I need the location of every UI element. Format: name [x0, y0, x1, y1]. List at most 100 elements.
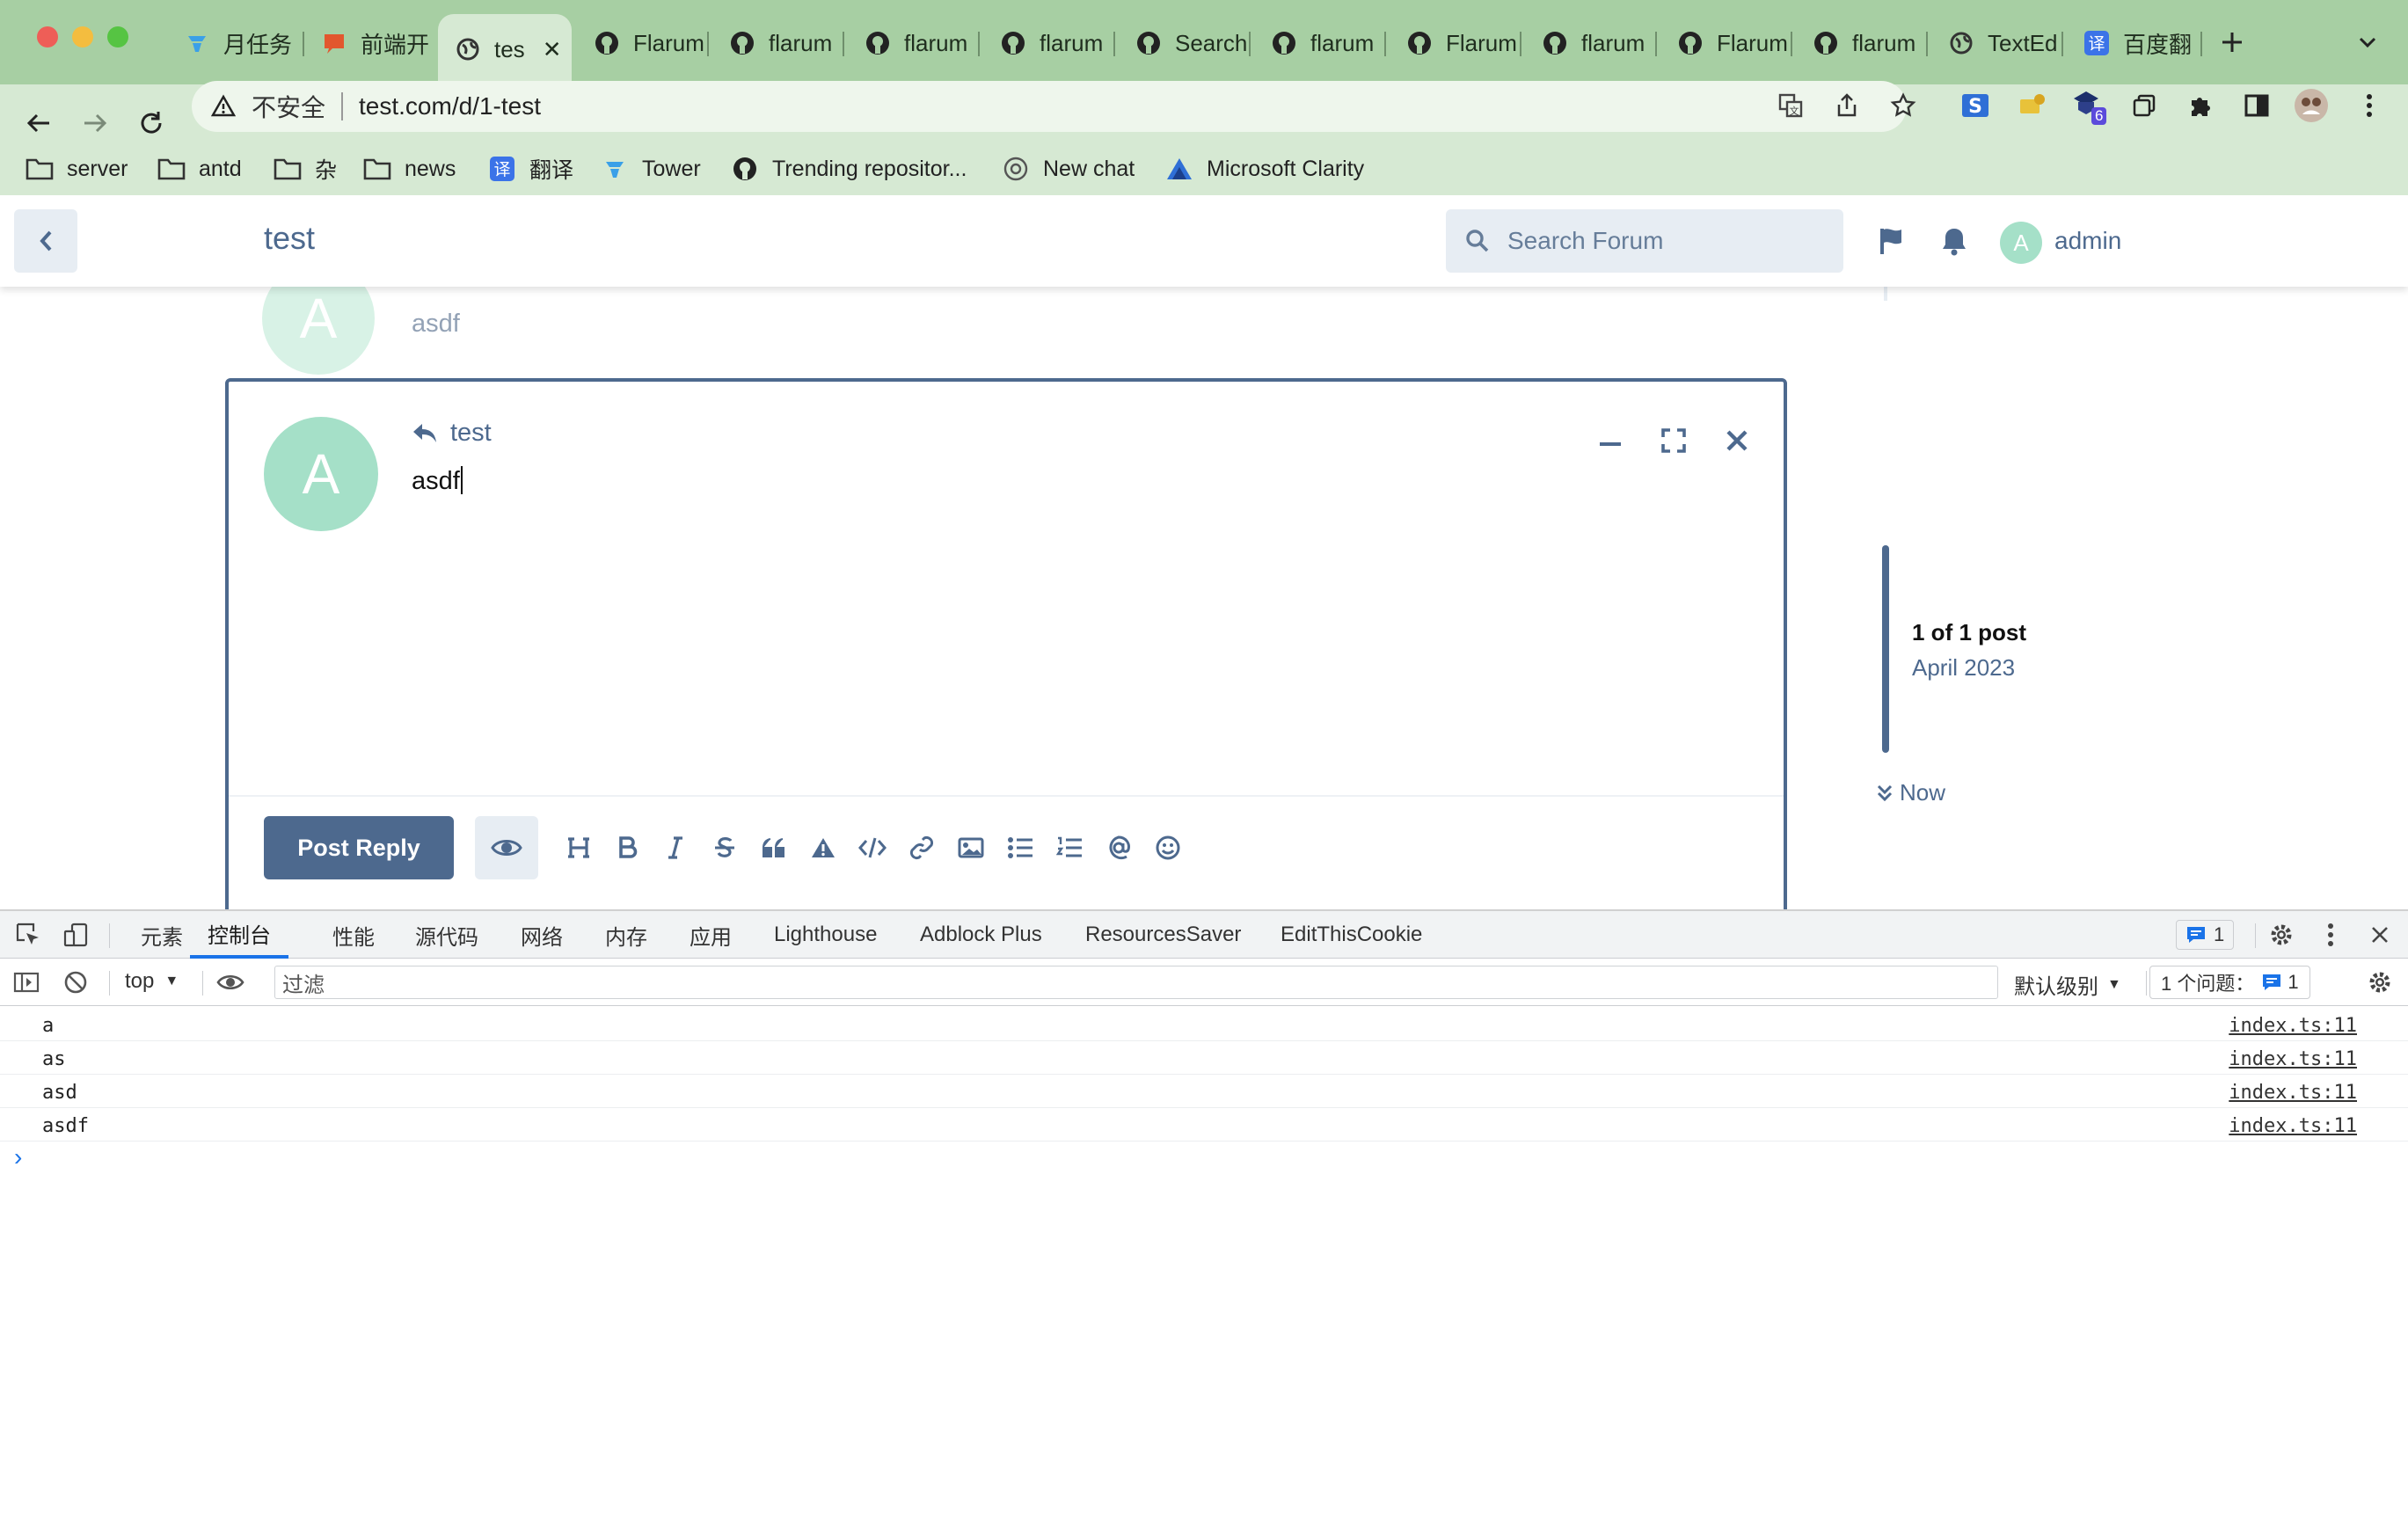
browser-tab[interactable]: Search: [1119, 18, 1247, 69]
devtools-tab-elements[interactable]: 元素: [141, 911, 183, 959]
spoiler-warning-icon[interactable]: [806, 830, 841, 865]
browser-tab[interactable]: flarum: [712, 18, 841, 69]
star-icon[interactable]: [1884, 86, 1923, 125]
post-reply-button[interactable]: Post Reply: [264, 816, 454, 879]
devtools-tab-console[interactable]: 控制台: [190, 911, 288, 959]
translate-page-icon[interactable]: 文: [1771, 86, 1810, 125]
log-source-link[interactable]: index.ts:11: [2229, 1082, 2357, 1104]
clear-console-icon[interactable]: [58, 965, 93, 1000]
bookmark-folder[interactable]: server: [25, 148, 128, 190]
bookmark-link[interactable]: New chat: [1001, 148, 1135, 190]
browser-tab[interactable]: TextEd: [1931, 18, 2060, 69]
devtools-tab-network[interactable]: 网络: [521, 911, 563, 959]
emoji-icon[interactable]: [1150, 830, 1186, 865]
log-message[interactable]: a: [42, 1015, 54, 1037]
share-icon[interactable]: [1828, 86, 1866, 125]
image-icon[interactable]: [953, 830, 989, 865]
log-source-link[interactable]: index.ts:11: [2229, 1015, 2357, 1037]
browser-tab[interactable]: flarum: [848, 18, 976, 69]
log-message[interactable]: asdf: [42, 1115, 89, 1137]
more-vert-icon[interactable]: [2350, 86, 2389, 125]
extension-cookie-icon[interactable]: 6: [2069, 86, 2107, 125]
preview-button[interactable]: [475, 816, 538, 879]
devtools-tab-lighthouse[interactable]: Lighthouse: [774, 911, 877, 959]
bullet-list-icon[interactable]: [1003, 830, 1038, 865]
fullscreen-composer-button[interactable]: [1653, 420, 1694, 461]
devtools-tab-editthiscookie[interactable]: EditThisCookie: [1281, 911, 1422, 959]
issues-badge[interactable]: 1: [2176, 920, 2235, 950]
bookmark-link[interactable]: Tower: [600, 148, 701, 190]
numbered-list-icon[interactable]: [1052, 830, 1087, 865]
devtools-tab-memory[interactable]: 内存: [605, 911, 647, 959]
devtools-tab-performance[interactable]: 性能: [332, 911, 375, 959]
console-settings-gear-icon[interactable]: [2362, 965, 2397, 1000]
close-tab-icon[interactable]: ✕: [543, 36, 562, 63]
sidebar-toggle-icon[interactable]: [9, 965, 44, 1000]
copy-icon[interactable]: [2125, 86, 2164, 125]
scrubber-handle[interactable]: [1882, 545, 1889, 753]
user-avatar[interactable]: A: [2000, 222, 2042, 264]
profile-avatar[interactable]: [2292, 86, 2331, 125]
log-message[interactable]: asd: [42, 1082, 77, 1104]
reply-to-link[interactable]: test: [412, 419, 492, 448]
bookmark-folder[interactable]: news: [362, 148, 456, 190]
close-devtools-icon[interactable]: [2362, 917, 2397, 952]
code-icon[interactable]: [855, 830, 890, 865]
bookmark-link[interactable]: 译翻译: [487, 148, 573, 190]
bookmark-link[interactable]: Trending repositor...: [730, 148, 967, 190]
reload-icon[interactable]: [132, 104, 171, 142]
browser-tab[interactable]: 月任务: [167, 18, 299, 69]
browser-tab[interactable]: flarum: [1525, 18, 1653, 69]
new-tab-button[interactable]: [2213, 23, 2251, 62]
bell-icon[interactable]: [1933, 220, 1975, 262]
browser-tab[interactable]: 前端开: [304, 18, 431, 69]
extension-s-icon[interactable]: S: [1956, 86, 1995, 125]
warning-icon[interactable]: [211, 92, 239, 120]
search-box[interactable]: [1446, 209, 1843, 273]
zoom-window-button[interactable]: [107, 26, 128, 47]
inspect-element-icon[interactable]: [11, 917, 46, 952]
browser-tab[interactable]: flarum: [1254, 18, 1383, 69]
back-button[interactable]: [14, 209, 77, 273]
browser-tab[interactable]: Flarum: [577, 18, 705, 69]
back-arrow-icon[interactable]: [19, 104, 58, 142]
mention-icon[interactable]: [1101, 830, 1136, 865]
extension-key-icon[interactable]: [2012, 86, 2051, 125]
log-source-link[interactable]: index.ts:11: [2229, 1048, 2357, 1070]
console-filter-input[interactable]: 过滤: [274, 966, 1998, 999]
search-input[interactable]: [1507, 227, 1824, 255]
console-prompt[interactable]: ›: [14, 1143, 22, 1171]
url-text[interactable]: test.com/d/1-test: [359, 92, 541, 120]
minimize-window-button[interactable]: [72, 26, 93, 47]
devtools-tab-sources[interactable]: 源代码: [415, 911, 478, 959]
log-level-selector[interactable]: 默认级别 ▼: [2014, 969, 2121, 1000]
heading-icon[interactable]: [561, 830, 596, 865]
flag-icon[interactable]: [1872, 220, 1914, 262]
chevron-down-icon[interactable]: [2348, 23, 2387, 62]
gear-icon[interactable]: [2264, 917, 2299, 952]
browser-tab[interactable]: Flarum: [1660, 18, 1789, 69]
browser-tab-active[interactable]: tes ✕: [438, 14, 572, 84]
log-source-link[interactable]: index.ts:11: [2229, 1115, 2357, 1137]
browser-tab[interactable]: flarum: [1796, 18, 1924, 69]
bookmark-link[interactable]: Microsoft Clarity: [1164, 148, 1364, 190]
log-message[interactable]: as: [42, 1048, 66, 1070]
username[interactable]: admin: [2054, 227, 2121, 255]
browser-tab[interactable]: flarum: [983, 18, 1112, 69]
device-toolbar-icon[interactable]: [58, 917, 93, 952]
italic-icon[interactable]: [658, 830, 693, 865]
browser-tab[interactable]: 译百度翻: [2067, 18, 2199, 69]
eye-icon[interactable]: [213, 965, 248, 1000]
bold-icon[interactable]: [610, 830, 646, 865]
scrubber-now-link[interactable]: Now: [1877, 779, 1945, 806]
quote-icon[interactable]: [756, 830, 792, 865]
page-title[interactable]: test: [264, 220, 315, 257]
browser-tab[interactable]: Flarum: [1390, 18, 1518, 69]
issues-counter-button[interactable]: 1 个问题： 1: [2149, 966, 2310, 999]
link-icon[interactable]: [904, 830, 939, 865]
security-label[interactable]: 不安全: [252, 89, 325, 124]
devtools-tab-application[interactable]: 应用: [690, 911, 732, 959]
bookmark-folder[interactable]: antd: [157, 148, 242, 190]
close-window-button[interactable]: [37, 26, 58, 47]
address-bar[interactable]: 不安全 test.com/d/1-test: [192, 81, 1907, 132]
